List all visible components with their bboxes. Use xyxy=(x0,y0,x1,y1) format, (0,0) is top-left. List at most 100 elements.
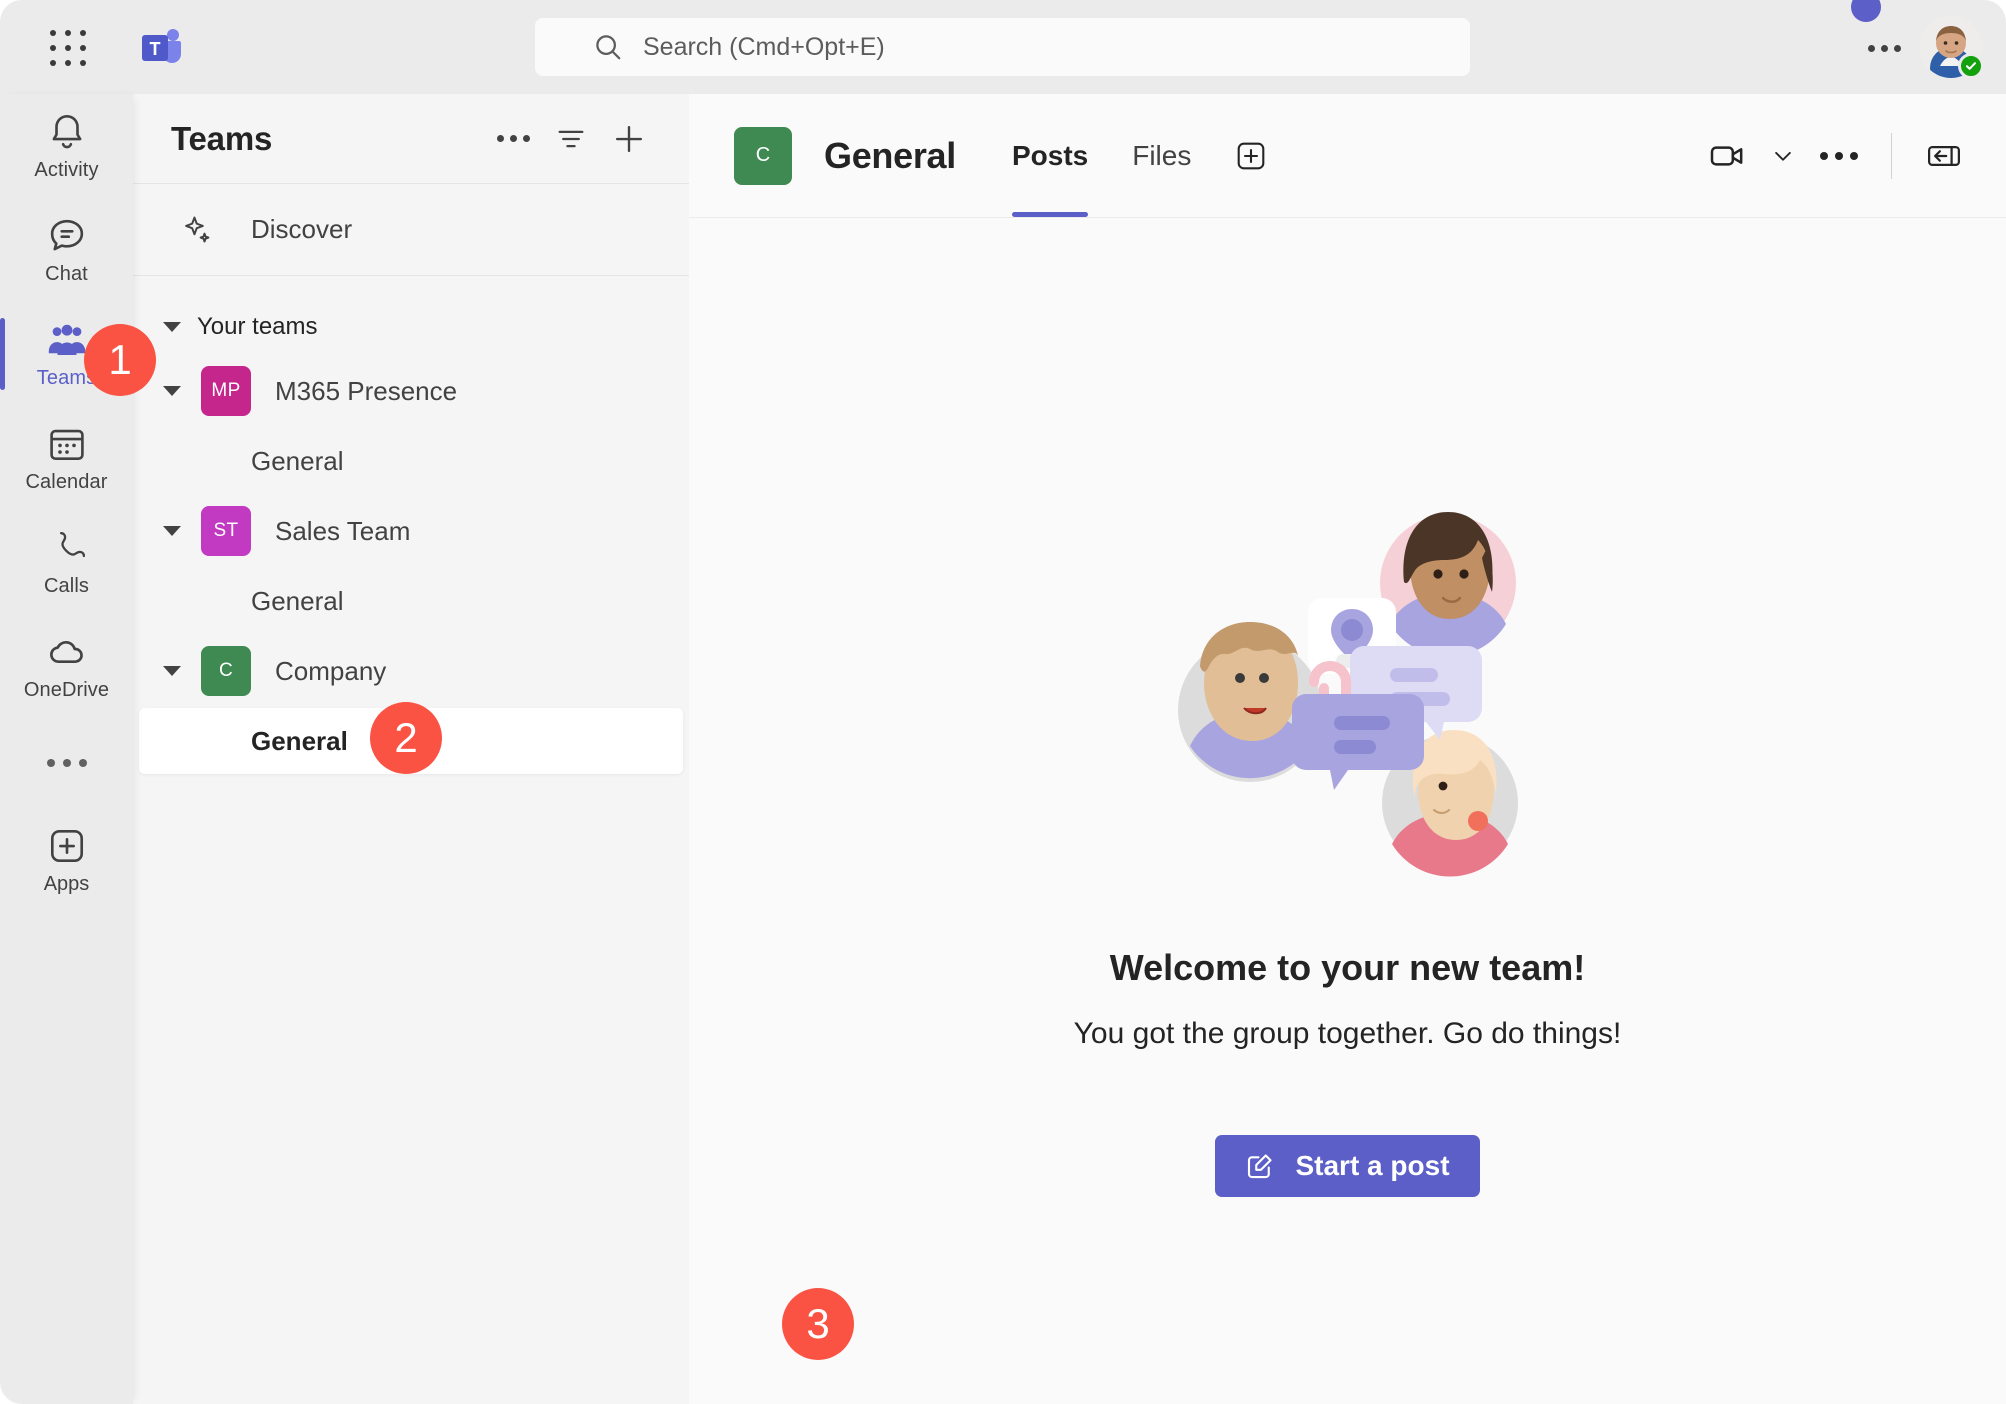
channel-more-options-button[interactable] xyxy=(1811,128,1867,184)
page-title: Teams xyxy=(171,119,273,157)
settings-and-more-button[interactable] xyxy=(1862,26,1906,70)
chevron-down-icon[interactable] xyxy=(161,660,183,682)
svg-text:T: T xyxy=(150,39,161,59)
account-avatar-button[interactable] xyxy=(1920,16,1984,79)
waffle-dot xyxy=(80,29,87,36)
dot xyxy=(62,759,71,767)
open-chat-details-button[interactable] xyxy=(1916,128,1972,184)
cloud-icon xyxy=(49,640,83,663)
meet-now-button[interactable] xyxy=(1699,128,1755,184)
add-tab-button[interactable] xyxy=(1229,134,1273,178)
waffle-dot xyxy=(64,44,71,51)
waffle-dot xyxy=(49,29,56,36)
channel-empty-state: Welcome to your new team! You got the gr… xyxy=(689,218,2006,1404)
app-launcher-icon[interactable] xyxy=(48,28,88,68)
step-badge-2: 2 xyxy=(370,702,442,774)
tab-files[interactable]: Files xyxy=(1110,94,1213,217)
rail-item-activity[interactable]: Activity xyxy=(0,94,133,198)
meet-options-button[interactable] xyxy=(1755,128,1811,184)
notification-dot-icon xyxy=(1851,0,1881,22)
dot xyxy=(1835,152,1843,160)
tab-label: Posts xyxy=(1011,139,1089,171)
start-a-post-label: Start a post xyxy=(1295,1150,1450,1181)
rail-item-calls[interactable]: Calls xyxy=(0,510,133,614)
chevron-down-icon xyxy=(161,316,183,338)
team-row-company[interactable]: C Company xyxy=(133,634,689,708)
app-rail: Activity Chat Teams Calendar Calls OneDr… xyxy=(0,94,133,1404)
channel-title: General xyxy=(824,134,956,176)
teams-panel-header: Teams xyxy=(133,94,689,184)
dot xyxy=(46,759,55,767)
teams-app-window: T Search (Cmd+Opt+E) Activity Chat Teams… xyxy=(0,0,2006,1404)
start-post-area: Start a post xyxy=(1215,1135,1480,1197)
dot xyxy=(1893,44,1901,52)
waffle-dot xyxy=(80,60,87,67)
dot xyxy=(509,135,517,142)
team-name: Sales Team xyxy=(275,515,411,546)
rail-item-calendar[interactable]: Calendar xyxy=(0,406,133,510)
search-bar[interactable] xyxy=(535,18,1470,76)
channel-header: C General Posts Files xyxy=(689,94,2006,218)
sparkle-icon xyxy=(185,216,210,242)
your-teams-header[interactable]: Your teams xyxy=(133,300,689,354)
search-input[interactable] xyxy=(535,18,1470,76)
phone-icon xyxy=(59,531,85,557)
filter-icon xyxy=(558,130,584,147)
tab-label: Files xyxy=(1132,139,1192,171)
step-badge-number: 1 xyxy=(108,336,132,383)
welcome-subtitle: You got the group together. Go do things… xyxy=(1073,1017,1622,1050)
rail-item-label: OneDrive xyxy=(23,678,110,701)
rail-item-label: Calls xyxy=(44,574,89,597)
channel-general-m365-presence[interactable]: General xyxy=(139,428,683,494)
discover-button[interactable]: Discover xyxy=(133,184,689,276)
dot xyxy=(522,135,530,142)
filter-button[interactable] xyxy=(547,115,595,163)
plus-icon xyxy=(615,125,643,152)
step-badge-number: 2 xyxy=(394,714,418,761)
start-a-post-button[interactable]: Start a post xyxy=(1215,1135,1480,1197)
rail-item-label: Apps xyxy=(43,872,90,895)
step-badge-3: 3 xyxy=(782,1288,854,1360)
rail-item-label: Activity xyxy=(34,158,99,181)
waffle-dot xyxy=(80,44,87,51)
video-camera-icon xyxy=(1710,146,1743,166)
channel-name: General xyxy=(251,585,344,616)
team-row-m365-presence[interactable]: MP M365 Presence xyxy=(133,354,689,428)
rail-more-apps-button[interactable] xyxy=(0,718,133,808)
chat-icon xyxy=(50,219,83,250)
channel-name: General xyxy=(251,445,344,476)
panel-collapse-icon xyxy=(1928,146,1960,166)
plus-box-icon xyxy=(1237,142,1265,169)
compose-icon xyxy=(1248,1154,1273,1179)
team-row-sales-team[interactable]: ST Sales Team xyxy=(133,494,689,568)
rail-item-onedrive[interactable]: OneDrive xyxy=(0,614,133,718)
presence-available-icon xyxy=(1958,53,1984,79)
waffle-dot xyxy=(64,60,71,67)
rail-item-label: Chat xyxy=(45,262,88,285)
teams-options-button[interactable] xyxy=(489,115,537,163)
rail-item-apps[interactable]: Apps xyxy=(0,808,133,912)
team-collaboration-illustration xyxy=(1138,478,1558,903)
rail-item-label: Calendar xyxy=(25,470,108,493)
calendar-icon xyxy=(49,429,84,460)
team-avatar: C xyxy=(201,646,251,696)
top-bar: T xyxy=(0,0,2006,94)
dot xyxy=(1820,152,1828,160)
join-or-create-team-button[interactable] xyxy=(605,115,653,163)
tab-posts[interactable]: Posts xyxy=(990,94,1110,217)
step-badge-1: 1 xyxy=(84,324,156,396)
waffle-dot xyxy=(49,60,56,67)
apps-plus-icon xyxy=(50,829,83,862)
chevron-down-icon[interactable] xyxy=(161,380,183,402)
chevron-down-icon[interactable] xyxy=(161,520,183,542)
teams-icon xyxy=(48,324,85,355)
chevron-down-icon xyxy=(1775,151,1791,161)
divider xyxy=(1891,133,1892,179)
active-indicator xyxy=(0,318,5,390)
team-name: Company xyxy=(275,655,387,686)
bell-icon xyxy=(52,114,81,148)
rail-item-chat[interactable]: Chat xyxy=(0,198,133,302)
team-avatar: ST xyxy=(201,506,251,556)
teams-logo-icon[interactable]: T xyxy=(138,25,184,71)
channel-general-sales-team[interactable]: General xyxy=(139,568,683,634)
